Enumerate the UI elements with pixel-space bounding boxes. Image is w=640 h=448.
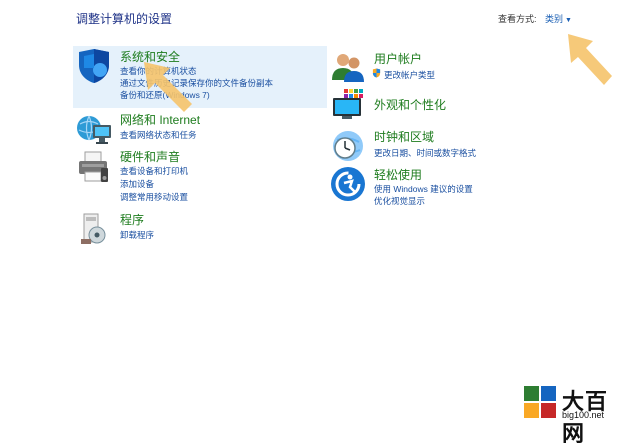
- category-title[interactable]: 外观和个性化: [374, 96, 446, 113]
- view-by-value: 类别: [545, 14, 564, 24]
- category-clock-region[interactable]: 时钟和区域 更改日期、时间或数字格式: [330, 128, 580, 164]
- category-title[interactable]: 用户帐户: [374, 50, 422, 67]
- category-link[interactable]: 使用 Windows 建议的设置: [374, 183, 473, 195]
- accessibility-icon: [331, 167, 365, 201]
- category-title[interactable]: 硬件和声音: [120, 148, 180, 165]
- category-link[interactable]: 调整常用移动设置: [120, 191, 188, 203]
- appearance-icon: [333, 89, 363, 119]
- category-hardware-sound[interactable]: 硬件和声音 查看设备和打印机 添加设备 调整常用移动设置: [76, 148, 326, 204]
- uac-shield-icon: [372, 68, 381, 78]
- category-link[interactable]: 卸载程序: [120, 229, 154, 241]
- category-link[interactable]: 更改帐户类型: [384, 69, 435, 81]
- category-link[interactable]: 添加设备: [120, 178, 154, 190]
- category-appearance[interactable]: 外观和个性化: [330, 88, 580, 124]
- page-title: 调整计算机的设置: [76, 12, 173, 26]
- clock-globe-icon: [333, 131, 363, 161]
- watermark-logo: 大百网 big100.net: [522, 382, 630, 446]
- brand-logo-icon: [524, 386, 556, 418]
- category-link[interactable]: 查看网络状态和任务: [120, 129, 197, 141]
- shield-icon: [79, 49, 109, 83]
- category-ease-of-access[interactable]: 轻松使用 使用 Windows 建议的设置 优化视觉显示: [330, 166, 580, 206]
- category-title[interactable]: 轻松使用: [374, 166, 422, 183]
- watermark-url: big100.net: [562, 410, 605, 420]
- annotation-arrow-icon: [568, 34, 612, 85]
- category-user-accounts[interactable]: 用户帐户 更改帐户类型: [330, 50, 580, 84]
- category-programs[interactable]: 程序 卸载程序: [76, 211, 326, 245]
- users-icon: [332, 54, 364, 82]
- category-title[interactable]: 时钟和区域: [374, 128, 434, 145]
- globe-network-icon: [77, 115, 111, 144]
- chevron-down-icon: ▼: [565, 17, 572, 24]
- category-link[interactable]: 更改日期、时间或数字格式: [374, 147, 476, 159]
- annotation-arrow-icon: [144, 62, 192, 112]
- printer-icon: [79, 151, 108, 182]
- programs-icon: [81, 213, 106, 244]
- category-title[interactable]: 程序: [120, 211, 144, 228]
- category-system-security[interactable]: 系统和安全 查看你的计算机状态 通过文件历史记录保存你的文件备份副本 备份和还原…: [76, 48, 326, 108]
- category-network[interactable]: 网络和 Internet 查看网络状态和任务: [76, 111, 326, 145]
- view-by-label: 查看方式:: [498, 14, 537, 24]
- view-by-dropdown[interactable]: 类别 ▼: [545, 12, 572, 25]
- category-link[interactable]: 查看设备和打印机: [120, 165, 188, 177]
- category-link[interactable]: 优化视觉显示: [374, 195, 425, 207]
